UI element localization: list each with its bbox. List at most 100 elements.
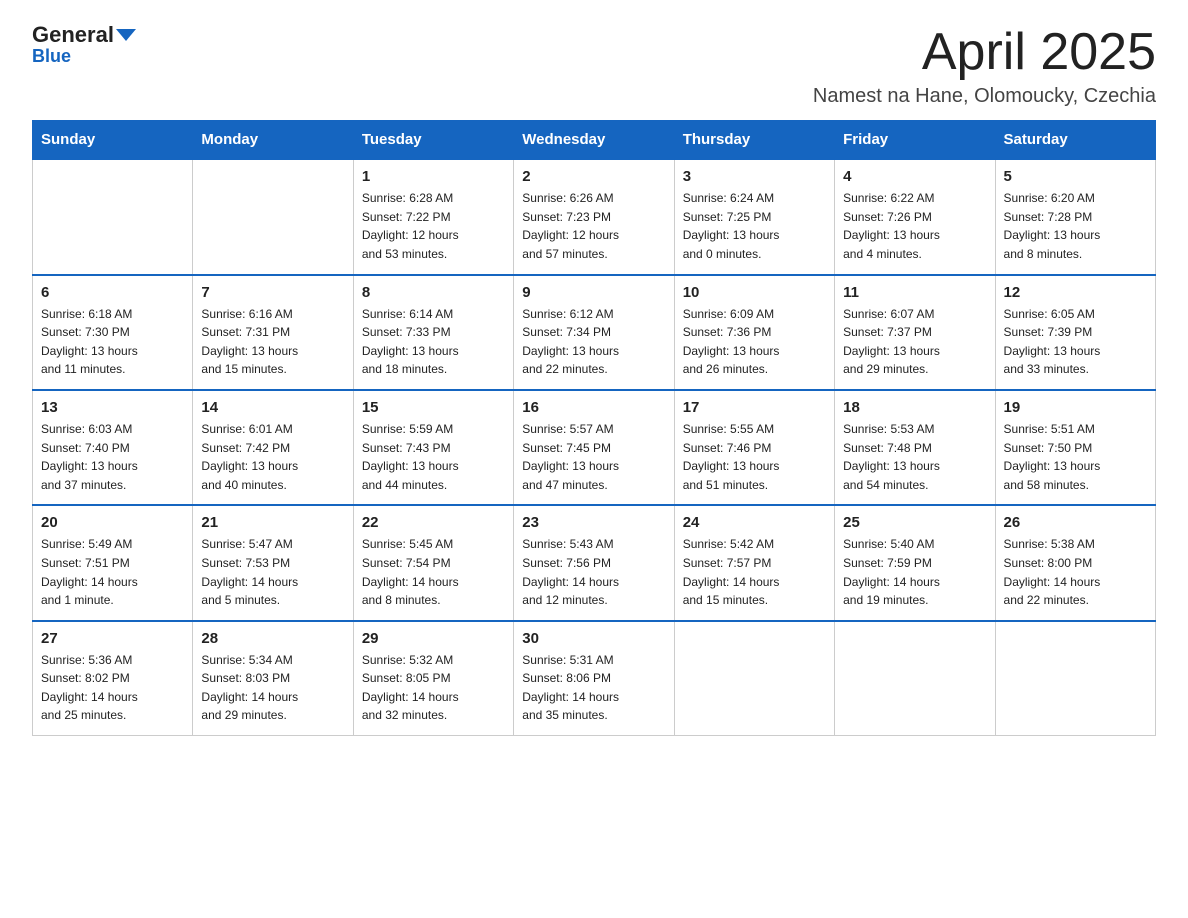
title-block: April 2025 Namest na Hane, Olomoucky, Cz… [813,24,1156,108]
calendar-header: SundayMondayTuesdayWednesdayThursdayFrid… [33,121,1156,160]
calendar-day-cell: 7Sunrise: 6:16 AM Sunset: 7:31 PM Daylig… [193,275,353,390]
day-number: 22 [362,514,505,531]
day-info: Sunrise: 5:45 AM Sunset: 7:54 PM Dayligh… [362,535,505,609]
day-info: Sunrise: 5:43 AM Sunset: 7:56 PM Dayligh… [522,535,665,609]
calendar-header-cell: Tuesday [353,121,513,160]
day-number: 18 [843,399,986,416]
logo-general-text: General [32,24,114,46]
day-info: Sunrise: 5:53 AM Sunset: 7:48 PM Dayligh… [843,420,986,494]
day-number: 20 [41,514,184,531]
calendar-day-cell: 18 Sunrise: 5:53 AM Sunset: 7:48 PM Dayli… [835,390,995,505]
day-info: Sunrise: 6:22 AM Sunset: 7:26 PM Dayligh… [843,189,986,263]
day-info: Sunrise: 5:49 AM Sunset: 7:51 PM Dayligh… [41,535,184,609]
day-info: Sunrise: 5:59 AM Sunset: 7:43 PM Dayligh… [362,420,505,494]
day-number: 11 [843,284,986,301]
day-info: Sunrise: 6:07 AM Sunset: 7:37 PM Dayligh… [843,305,986,379]
calendar-day-cell: 12 Sunrise: 6:05 AM Sunset: 7:39 PM Dayli… [995,275,1155,390]
calendar-day-cell [995,621,1155,736]
calendar-day-cell [193,159,353,274]
day-number: 3 [683,168,826,185]
day-info: Sunrise: 6:03 AM Sunset: 7:40 PM Dayligh… [41,420,184,494]
day-info: Sunrise: 6:26 AM Sunset: 7:23 PM Dayligh… [522,189,665,263]
day-number: 8 [362,284,505,301]
day-number: 30 [522,630,665,647]
calendar-day-cell: 24 Sunrise: 5:42 AM Sunset: 7:57 PM Dayli… [674,505,834,620]
day-number: 21 [201,514,344,531]
day-info: Sunrise: 6:28 AM Sunset: 7:22 PM Dayligh… [362,189,505,263]
calendar-day-cell [835,621,995,736]
calendar-day-cell: 9Sunrise: 6:12 AM Sunset: 7:34 PM Daylig… [514,275,674,390]
day-number: 7 [201,284,344,301]
day-info: Sunrise: 5:31 AM Sunset: 8:06 PM Dayligh… [522,651,665,725]
day-info: Sunrise: 5:40 AM Sunset: 7:59 PM Dayligh… [843,535,986,609]
day-info: Sunrise: 6:20 AM Sunset: 7:28 PM Dayligh… [1004,189,1147,263]
day-number: 12 [1004,284,1147,301]
day-info: Sunrise: 5:42 AM Sunset: 7:57 PM Dayligh… [683,535,826,609]
day-info: Sunrise: 5:47 AM Sunset: 7:53 PM Dayligh… [201,535,344,609]
calendar-day-cell: 22 Sunrise: 5:45 AM Sunset: 7:54 PM Dayli… [353,505,513,620]
calendar-day-cell: 10 Sunrise: 6:09 AM Sunset: 7:36 PM Dayli… [674,275,834,390]
calendar-day-cell: 26Sunrise: 5:38 AM Sunset: 8:00 PM Dayli… [995,505,1155,620]
calendar-day-cell [33,159,193,274]
logo-triangle-icon [116,29,136,41]
day-number: 23 [522,514,665,531]
day-number: 17 [683,399,826,416]
day-number: 2 [522,168,665,185]
calendar-week-row: 13 Sunrise: 6:03 AM Sunset: 7:40 PM Dayli… [33,390,1156,505]
calendar-week-row: 20 Sunrise: 5:49 AM Sunset: 7:51 PM Dayli… [33,505,1156,620]
calendar-day-cell: 5 Sunrise: 6:20 AM Sunset: 7:28 PM Daylig… [995,159,1155,274]
calendar-day-cell: 27 Sunrise: 5:36 AM Sunset: 8:02 PM Dayli… [33,621,193,736]
calendar-day-cell: 8 Sunrise: 6:14 AM Sunset: 7:33 PM Daylig… [353,275,513,390]
calendar-day-cell: 28Sunrise: 5:34 AM Sunset: 8:03 PM Dayli… [193,621,353,736]
calendar-day-cell: 21 Sunrise: 5:47 AM Sunset: 7:53 PM Dayli… [193,505,353,620]
day-info: Sunrise: 5:51 AM Sunset: 7:50 PM Dayligh… [1004,420,1147,494]
day-number: 24 [683,514,826,531]
day-number: 10 [683,284,826,301]
calendar-week-row: 1 Sunrise: 6:28 AM Sunset: 7:22 PM Daylig… [33,159,1156,274]
day-number: 13 [41,399,184,416]
day-info: Sunrise: 5:57 AM Sunset: 7:45 PM Dayligh… [522,420,665,494]
calendar-day-cell: 16Sunrise: 5:57 AM Sunset: 7:45 PM Dayli… [514,390,674,505]
calendar-day-cell: 3 Sunrise: 6:24 AM Sunset: 7:25 PM Daylig… [674,159,834,274]
calendar-day-cell: 30 Sunrise: 5:31 AM Sunset: 8:06 PM Dayli… [514,621,674,736]
calendar-header-cell: Friday [835,121,995,160]
calendar-day-cell: 17 Sunrise: 5:55 AM Sunset: 7:46 PM Dayli… [674,390,834,505]
day-info: Sunrise: 6:24 AM Sunset: 7:25 PM Dayligh… [683,189,826,263]
page-header: General Blue April 2025 Namest na Hane, … [32,24,1156,108]
day-number: 25 [843,514,986,531]
day-info: Sunrise: 6:05 AM Sunset: 7:39 PM Dayligh… [1004,305,1147,379]
day-info: Sunrise: 6:18 AM Sunset: 7:30 PM Dayligh… [41,305,184,379]
day-number: 5 [1004,168,1147,185]
calendar-day-cell: 14Sunrise: 6:01 AM Sunset: 7:42 PM Dayli… [193,390,353,505]
day-info: Sunrise: 6:01 AM Sunset: 7:42 PM Dayligh… [201,420,344,494]
calendar-day-cell: 20 Sunrise: 5:49 AM Sunset: 7:51 PM Dayli… [33,505,193,620]
calendar-day-cell: 13 Sunrise: 6:03 AM Sunset: 7:40 PM Dayli… [33,390,193,505]
calendar-day-cell: 23 Sunrise: 5:43 AM Sunset: 7:56 PM Dayli… [514,505,674,620]
day-info: Sunrise: 5:36 AM Sunset: 8:02 PM Dayligh… [41,651,184,725]
calendar-day-cell: 4 Sunrise: 6:22 AM Sunset: 7:26 PM Daylig… [835,159,995,274]
calendar-week-row: 27 Sunrise: 5:36 AM Sunset: 8:02 PM Dayli… [33,621,1156,736]
day-info: Sunrise: 5:55 AM Sunset: 7:46 PM Dayligh… [683,420,826,494]
day-number: 28 [201,630,344,647]
day-info: Sunrise: 5:32 AM Sunset: 8:05 PM Dayligh… [362,651,505,725]
calendar-header-cell: Saturday [995,121,1155,160]
calendar-day-cell [674,621,834,736]
calendar-header-cell: Sunday [33,121,193,160]
day-number: 15 [362,399,505,416]
calendar-day-cell: 29 Sunrise: 5:32 AM Sunset: 8:05 PM Dayli… [353,621,513,736]
calendar-header-cell: Wednesday [514,121,674,160]
day-info: Sunrise: 6:14 AM Sunset: 7:33 PM Dayligh… [362,305,505,379]
day-info: Sunrise: 6:09 AM Sunset: 7:36 PM Dayligh… [683,305,826,379]
calendar-header-cell: Monday [193,121,353,160]
day-number: 29 [362,630,505,647]
day-number: 9 [522,284,665,301]
day-number: 1 [362,168,505,185]
calendar-day-cell: 15 Sunrise: 5:59 AM Sunset: 7:43 PM Dayli… [353,390,513,505]
calendar-header-cell: Thursday [674,121,834,160]
calendar-body: 1 Sunrise: 6:28 AM Sunset: 7:22 PM Daylig… [33,159,1156,735]
day-number: 27 [41,630,184,647]
day-number: 4 [843,168,986,185]
location-title: Namest na Hane, Olomoucky, Czechia [813,85,1156,108]
calendar-table: SundayMondayTuesdayWednesdayThursdayFrid… [32,120,1156,736]
calendar-day-cell: 2 Sunrise: 6:26 AM Sunset: 7:23 PM Daylig… [514,159,674,274]
